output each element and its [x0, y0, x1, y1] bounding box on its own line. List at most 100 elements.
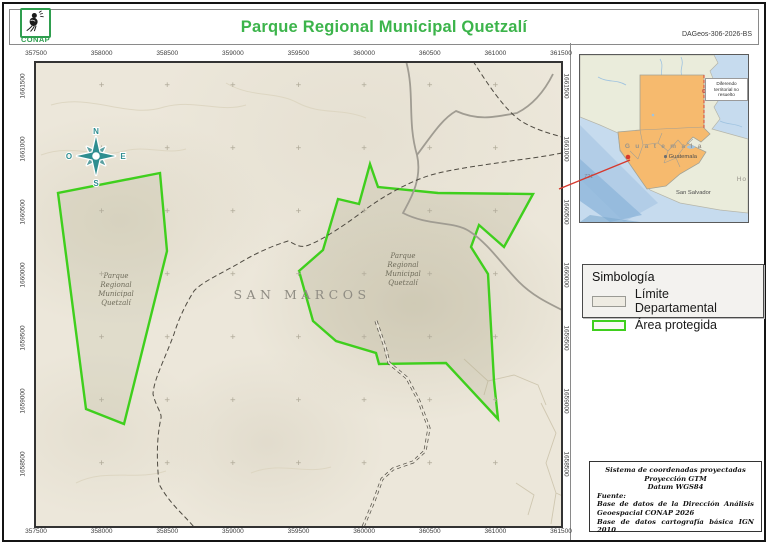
grid-cross: +: [493, 396, 498, 406]
grid-coordinate-label: 1658500: [20, 451, 27, 476]
area-label-line: Municipal: [385, 270, 420, 279]
grid-coordinate-label: 361500: [550, 528, 572, 535]
grid-cross: +: [230, 333, 235, 343]
grid-coordinate-label: 359500: [288, 50, 310, 57]
area-label-line: Regional: [385, 261, 420, 270]
grid-cross: +: [99, 396, 104, 406]
protected-area-swatch: [592, 320, 626, 331]
credits-box: Sistema de coordenadas proyectadas Proye…: [589, 461, 762, 532]
grid-coordinate-label: 1658500: [563, 451, 570, 476]
area-label-line: Municipal: [98, 290, 133, 299]
legend-item-label: Área protegida: [635, 318, 717, 332]
grid-cross: +: [165, 270, 170, 280]
capital-dot: [664, 155, 667, 158]
grid-cross: +: [296, 270, 301, 280]
department-label: SAN MARCOS: [217, 287, 387, 302]
area-label-line: Parque: [385, 252, 420, 261]
legend-item-protected-area[interactable]: Área protegida: [592, 318, 754, 332]
grid-cross: +: [493, 459, 498, 469]
grid-coordinate-label: 358500: [156, 528, 178, 535]
grid-cross: +: [99, 333, 104, 343]
conap-logo-label: CONAP: [15, 35, 56, 44]
grid-coordinate-label: 1661500: [20, 73, 27, 98]
grid-cross: +: [296, 81, 301, 91]
grid-cross: +: [165, 333, 170, 343]
grid-coordinate-label: 1660500: [20, 199, 27, 224]
inset-locator-map[interactable]: G u a t e m a l a Guatemala San Salvador…: [579, 54, 749, 223]
quetzal-icon: [22, 10, 45, 32]
grid-coordinate-label: 359500: [288, 528, 310, 535]
grid-cross: +: [493, 333, 498, 343]
header-bar: Parque Regional Municipal Quetzalí DAGeo…: [9, 9, 759, 45]
grid-cross: +: [296, 396, 301, 406]
grid-cross: +: [165, 144, 170, 154]
legend-title: Simbología: [592, 270, 754, 284]
legend-item-label: Límite Departamental: [635, 287, 754, 315]
source-line: Base de datos cartografía básica IGN 201…: [597, 518, 754, 535]
grid-coordinate-label: 358500: [156, 50, 178, 57]
grid-cross: +: [361, 270, 366, 280]
panel-divider: [570, 43, 571, 540]
main-map[interactable]: ++++++++++++++++++++++++++++++++++++++++…: [34, 61, 563, 528]
compass-rose: N E S O: [64, 124, 128, 188]
grid-cross: +: [493, 270, 498, 280]
grid-coordinate-label: 1659500: [20, 325, 27, 350]
page-title: Parque Regional Municipal Quetzalí: [10, 18, 758, 37]
source-line: Base de datos de la Dirección Análisis G…: [597, 500, 754, 517]
grid-coordinate-label: 357500: [25, 528, 47, 535]
grid-cross: +: [427, 81, 432, 91]
grid-coordinate-label: 361500: [550, 50, 572, 57]
grid-cross: +: [99, 207, 104, 217]
conap-logo: [20, 8, 51, 38]
grid-coordinate-label: 360500: [419, 528, 441, 535]
grid-cross: +: [361, 459, 366, 469]
grid-coordinate-label: 1660500: [563, 199, 570, 224]
grid-coordinate-label: 360500: [419, 50, 441, 57]
grid-coordinate-label: 358000: [91, 528, 113, 535]
grid-cross: +: [165, 396, 170, 406]
grid-cross: +: [296, 459, 301, 469]
grid-cross: +: [361, 396, 366, 406]
compass-west-label: O: [66, 152, 72, 161]
area-label-line: Quetzalí: [385, 279, 420, 288]
grid-cross: +: [99, 81, 104, 91]
source-label: Fuente:: [597, 492, 754, 501]
grid-cross: +: [361, 333, 366, 343]
grid-cross: +: [230, 81, 235, 91]
grid-cross: +: [99, 459, 104, 469]
grid-cross: +: [427, 270, 432, 280]
compass-south-label: S: [93, 179, 99, 188]
grid-cross: +: [361, 144, 366, 154]
grid-coordinate-label: 1659500: [563, 325, 570, 350]
grid-cross: +: [296, 207, 301, 217]
grid-coordinate-label: 1660000: [20, 262, 27, 287]
grid-coordinate-label: 361000: [485, 528, 507, 535]
inset-honduras-label: Ho: [737, 176, 747, 183]
grid-cross: +: [230, 144, 235, 154]
grid-coordinate-label: 359000: [222, 528, 244, 535]
lake-peten: [652, 114, 655, 117]
document-reference: DAGeos-306-2026-BS: [682, 31, 752, 38]
protected-area-label-west: Parque Regional Municipal Quetzalí: [98, 272, 133, 308]
grid-coordinate-label: 1659000: [563, 388, 570, 413]
grid-cross: +: [361, 207, 366, 217]
grid-coordinate-label: 1661000: [20, 136, 27, 161]
protected-area-label-east: Parque Regional Municipal Quetzalí: [385, 252, 420, 288]
capital-text: Guatemala: [669, 154, 697, 160]
compass-east-label: E: [120, 152, 126, 161]
grid-cross: +: [165, 81, 170, 91]
grid-cross: +: [493, 207, 498, 217]
grid-coordinate-label: 361000: [485, 50, 507, 57]
locator-arrow: [549, 149, 641, 194]
legend-item-department-boundary[interactable]: Límite Departamental: [592, 287, 754, 315]
grid-cross: +: [165, 459, 170, 469]
department-boundary-swatch: [592, 296, 626, 307]
grid-cross: +: [296, 144, 301, 154]
grid-cross: +: [230, 459, 235, 469]
grid-cross: +: [230, 207, 235, 217]
grid-cross: +: [165, 207, 170, 217]
grid-cross: +: [493, 81, 498, 91]
grid-coordinate-label: 1661500: [563, 73, 570, 98]
compass-north-label: N: [93, 127, 99, 136]
legend-panel: Simbología Límite Departamental Área pro…: [582, 264, 764, 318]
